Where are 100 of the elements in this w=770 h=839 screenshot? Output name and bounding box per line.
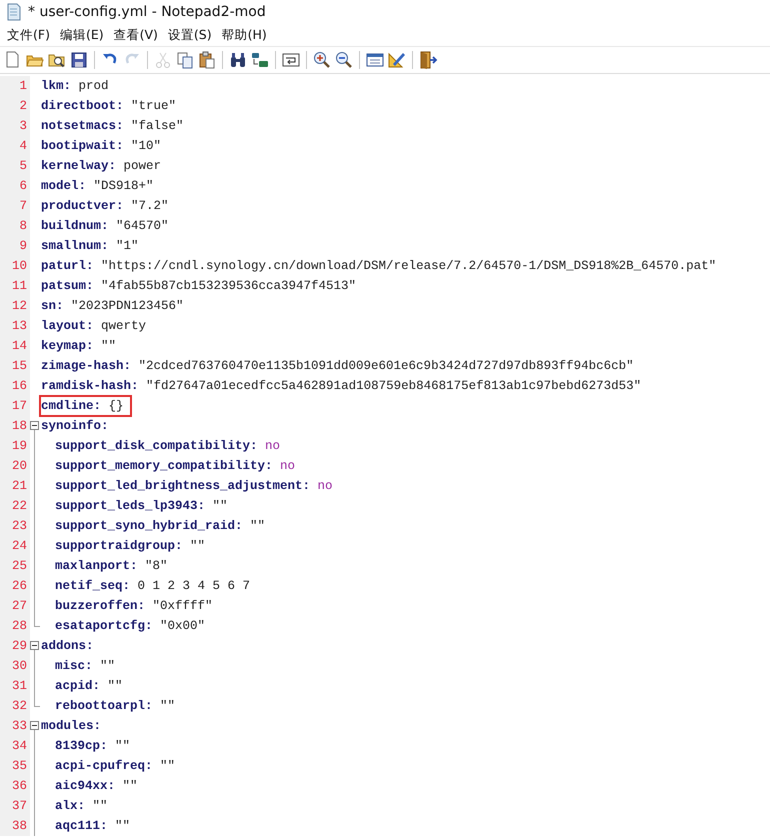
yaml-key: esataportcfg: bbox=[55, 619, 153, 633]
yaml-value: "" bbox=[92, 799, 108, 813]
yaml-key: support_memory_compatibility: bbox=[55, 459, 273, 473]
line-number: 38 bbox=[0, 816, 30, 836]
line-number: 1 bbox=[0, 76, 30, 96]
yaml-key: acpi-cpufreq: bbox=[55, 759, 153, 773]
yaml-value: "0x00" bbox=[160, 619, 206, 633]
yaml-value: "10" bbox=[131, 139, 162, 153]
yaml-value: "2023PDN123456" bbox=[71, 299, 184, 313]
yaml-key: modules: bbox=[41, 719, 102, 733]
yaml-key: cmdline: bbox=[41, 399, 102, 413]
yaml-key: lkm: bbox=[41, 79, 72, 93]
line-number: 19 bbox=[0, 436, 30, 456]
save-icon[interactable] bbox=[69, 50, 89, 70]
fold-end-marker bbox=[34, 616, 40, 627]
yaml-value: "" bbox=[115, 739, 130, 753]
yaml-value: "false" bbox=[131, 119, 184, 133]
yaml-key: sn: bbox=[41, 299, 64, 313]
line-number: 7 bbox=[0, 196, 30, 216]
yaml-key: directboot: bbox=[41, 99, 124, 113]
yaml-key: addons: bbox=[41, 639, 94, 653]
line-number: 2 bbox=[0, 96, 30, 116]
line-number: 3 bbox=[0, 116, 30, 136]
yaml-key: paturl: bbox=[41, 259, 94, 273]
yaml-key: support_led_brightness_adjustment: bbox=[55, 479, 310, 493]
yaml-key: smallnum: bbox=[41, 239, 109, 253]
line-number: 13 bbox=[0, 316, 30, 336]
yaml-value: "" bbox=[160, 759, 176, 773]
zoom-in-icon[interactable] bbox=[312, 50, 332, 70]
menu-item[interactable]: 编辑(E) bbox=[54, 24, 109, 46]
window-title: * user-config.yml - Notepad2-mod bbox=[28, 4, 266, 20]
yaml-key: misc: bbox=[55, 659, 93, 673]
zoom-out-icon[interactable] bbox=[334, 50, 354, 70]
yaml-value: "DS918+" bbox=[94, 179, 154, 193]
line-number: 31 bbox=[0, 676, 30, 696]
line-number: 36 bbox=[0, 776, 30, 796]
yaml-value: "0xffff" bbox=[152, 599, 213, 613]
yaml-key: zimage-hash: bbox=[41, 359, 132, 373]
line-number: 22 bbox=[0, 496, 30, 516]
line-number: 28 bbox=[0, 616, 30, 636]
yaml-value: "8" bbox=[145, 559, 168, 573]
yaml-value: "" bbox=[101, 339, 116, 353]
yaml-key: layout: bbox=[41, 319, 94, 333]
fold-end-marker bbox=[34, 696, 40, 707]
yaml-key: reboottoarpl: bbox=[55, 699, 153, 713]
binoculars-icon[interactable] bbox=[228, 50, 248, 70]
yaml-key: support_leds_lp3943: bbox=[55, 499, 206, 513]
yaml-key: synoinfo: bbox=[41, 419, 109, 433]
yaml-key: aqc111: bbox=[55, 819, 108, 833]
menu-item[interactable]: 文件(F) bbox=[2, 24, 55, 46]
collapse-icon[interactable] bbox=[30, 641, 39, 650]
yaml-key: 8139cp: bbox=[55, 739, 108, 753]
line-number: 27 bbox=[0, 596, 30, 616]
yaml-key: netif_seq: bbox=[55, 579, 130, 593]
menu-item[interactable]: 设置(S) bbox=[162, 24, 217, 46]
line-number: 33 bbox=[0, 716, 30, 736]
yaml-value: "4fab55b87cb153239536cca3947f4513" bbox=[101, 279, 356, 293]
yaml-value: "" bbox=[100, 659, 116, 673]
yaml-value: "2cdced763760470e1135b1091dd009e601e6c9b3424d727d97db893ff94bc6cb" bbox=[138, 359, 634, 373]
yaml-value: 0 1 2 3 4 5 6 7 bbox=[138, 579, 250, 593]
collapse-icon[interactable] bbox=[30, 421, 39, 430]
line-number: 12 bbox=[0, 296, 30, 316]
yaml-value: "1" bbox=[116, 239, 139, 253]
ruler-pencil-icon[interactable] bbox=[387, 50, 407, 70]
menu-item[interactable]: 查看(V) bbox=[108, 24, 163, 46]
yaml-value: "7.2" bbox=[131, 199, 169, 213]
line-number: 11 bbox=[0, 276, 30, 296]
line-number: 30 bbox=[0, 656, 30, 676]
yaml-key: notsetmacs: bbox=[41, 119, 124, 133]
yaml-key: alx: bbox=[55, 799, 86, 813]
yaml-key: productver: bbox=[41, 199, 124, 213]
menu-item[interactable]: 帮助(H) bbox=[216, 24, 272, 46]
line-number: 14 bbox=[0, 336, 30, 356]
yaml-key: buildnum: bbox=[41, 219, 109, 233]
yaml-value: {} bbox=[108, 399, 124, 413]
yaml-value: "" bbox=[115, 819, 130, 833]
exit-door-icon[interactable] bbox=[418, 50, 438, 70]
line-number: 25 bbox=[0, 556, 30, 576]
yaml-value: no bbox=[265, 439, 280, 453]
yaml-value: qwerty bbox=[101, 319, 146, 333]
yaml-key: maxlanport: bbox=[55, 559, 138, 573]
line-number: 23 bbox=[0, 516, 30, 536]
paste-icon[interactable] bbox=[197, 50, 217, 70]
yaml-value: "fd27647a01ecedfcc5a462891ad108759eb8468175ef813ab1c97bebd6273d53" bbox=[146, 379, 642, 393]
line-number: 29 bbox=[0, 636, 30, 656]
yaml-key: aic94xx: bbox=[55, 779, 116, 793]
line-number: 20 bbox=[0, 456, 30, 476]
yaml-key: keymap: bbox=[41, 339, 94, 353]
line-number: 21 bbox=[0, 476, 30, 496]
line-number: 10 bbox=[0, 256, 30, 276]
yaml-value: prod bbox=[78, 79, 109, 93]
yaml-value: "" bbox=[190, 539, 206, 553]
copy-icon[interactable] bbox=[175, 50, 195, 70]
line-number: 5 bbox=[0, 156, 30, 176]
collapse-icon[interactable] bbox=[30, 721, 39, 730]
yaml-key: bootipwait: bbox=[41, 139, 124, 153]
yaml-value: "" bbox=[160, 699, 176, 713]
yaml-key: buzzeroffen: bbox=[55, 599, 146, 613]
yaml-key: model: bbox=[41, 179, 86, 193]
yaml-value: "true" bbox=[131, 99, 176, 113]
